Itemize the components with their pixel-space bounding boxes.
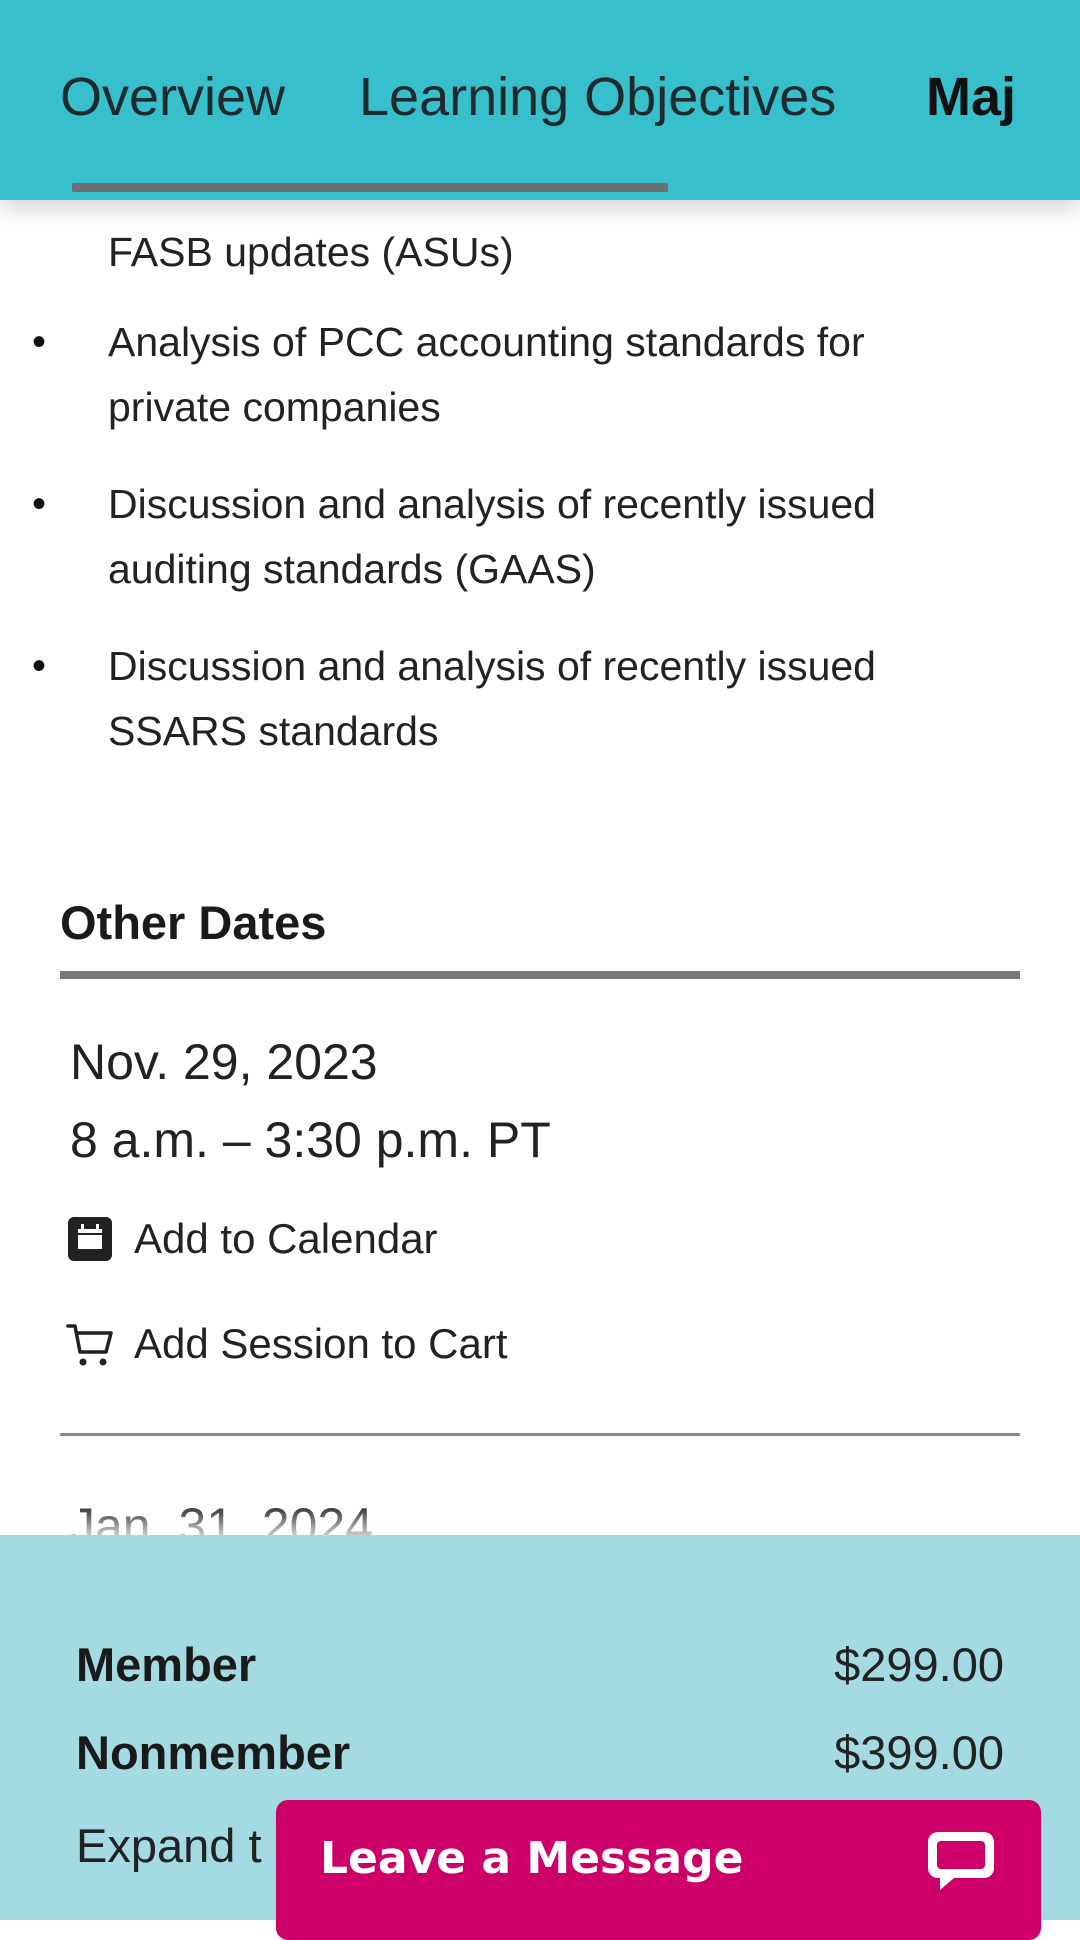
chat-bubble-icon — [924, 1824, 998, 1898]
topic-text: Analysis of PCC accounting standards for… — [108, 319, 865, 430]
nonmember-price-row: Nonmember $399.00 — [76, 1725, 1004, 1795]
add-to-calendar-button[interactable]: Add to Calendar — [66, 1207, 438, 1271]
expand-toggle[interactable]: Expand t — [76, 1818, 262, 1873]
leave-a-message-button[interactable]: Leave a Message — [276, 1800, 1041, 1940]
member-price-row: Member $299.00 — [76, 1637, 1004, 1707]
topic-text: Discussion and analysis of recently issu… — [108, 643, 876, 754]
cart-icon — [66, 1320, 114, 1368]
add-session-to-cart-button[interactable]: Add Session to Cart — [66, 1312, 508, 1376]
bullet-icon: • — [32, 482, 47, 526]
add-to-cart-label: Add Session to Cart — [134, 1320, 508, 1367]
tab-scroll-indicator — [72, 183, 668, 192]
list-item: FASB updates (ASUs) — [108, 220, 968, 285]
add-to-calendar-label: Add to Calendar — [134, 1215, 438, 1262]
section-divider — [60, 971, 1020, 979]
member-label: Member — [76, 1638, 257, 1691]
session-date-block: Nov. 29, 2023 8 a.m. – 3:30 p.m. PT — [70, 1030, 1010, 1172]
tab-major-topics[interactable]: Maj — [926, 62, 1016, 132]
list-item: • Discussion and analysis of recently is… — [32, 634, 968, 764]
topic-text: Discussion and analysis of recently issu… — [108, 481, 876, 592]
nonmember-price: $399.00 — [834, 1726, 1004, 1779]
list-item: • Discussion and analysis of recently is… — [32, 472, 968, 602]
session-divider — [60, 1433, 1020, 1436]
other-dates-title: Other Dates — [60, 896, 327, 949]
chat-button-label: Leave a Message — [320, 1833, 744, 1884]
session-time: 8 a.m. – 3:30 p.m. PT — [70, 1112, 551, 1168]
member-price: $299.00 — [834, 1638, 1004, 1691]
section-tab-bar: Overview Learning Objectives Maj — [0, 0, 1080, 200]
nonmember-label: Nonmember — [76, 1726, 351, 1779]
list-item: • Analysis of PCC accounting standards f… — [32, 310, 968, 440]
tab-overview[interactable]: Overview — [60, 62, 285, 132]
tab-learning-objectives[interactable]: Learning Objectives — [359, 62, 836, 132]
session-date: Nov. 29, 2023 — [70, 1034, 378, 1090]
bullet-icon: • — [32, 644, 47, 688]
topic-text: FASB updates (ASUs) — [108, 229, 514, 275]
calendar-icon — [66, 1215, 114, 1263]
bullet-icon: • — [32, 320, 47, 364]
